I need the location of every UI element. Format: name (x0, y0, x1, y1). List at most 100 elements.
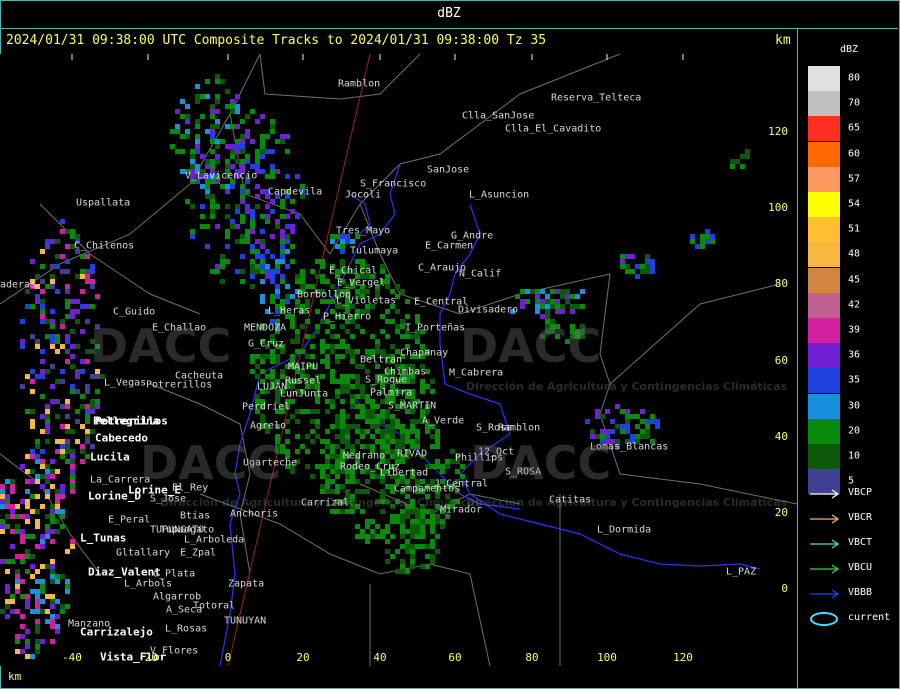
echo-pixel (420, 509, 425, 514)
echo-pixel (440, 464, 445, 469)
echo-pixel (265, 354, 270, 359)
echo-pixel (330, 469, 335, 474)
echo-pixel (325, 444, 330, 449)
town-label: Campamentos (394, 483, 461, 495)
echo-pixel (415, 439, 420, 444)
town-label: G_Cruz (248, 338, 285, 350)
echo-pixel (420, 524, 425, 529)
echo-pixel (595, 409, 600, 414)
echo-pixel (405, 544, 410, 549)
echo-pixel (245, 189, 250, 194)
echo-pixel (345, 429, 350, 434)
echo-pixel (90, 269, 95, 274)
echo-pixel (215, 139, 220, 144)
echo-pixel (255, 149, 260, 154)
echo-pixel (30, 259, 35, 264)
echo-pixel (315, 274, 320, 279)
echo-pixel (280, 279, 285, 284)
echo-pixel (60, 609, 65, 614)
echo-pixel (380, 314, 385, 319)
echo-pixel (290, 324, 295, 329)
echo-pixel (200, 114, 205, 119)
echo-pixel (630, 269, 635, 274)
echo-pixel (75, 369, 80, 374)
echo-pixel (275, 264, 280, 269)
town-label: V_Lavicencio (185, 170, 258, 182)
echo-pixel (10, 509, 15, 514)
town-label: S_MARTIN (388, 400, 437, 412)
echo-pixel (245, 154, 250, 159)
echo-pixel (420, 544, 425, 549)
echo-pixel (280, 134, 285, 139)
echo-pixel (190, 234, 195, 239)
echo-pixel (330, 404, 335, 409)
echo-pixel (70, 474, 75, 479)
echo-pixel (430, 524, 435, 529)
echo-pixel (390, 439, 395, 444)
echo-pixel (15, 524, 20, 529)
echo-pixel (45, 244, 50, 249)
echo-pixel (260, 239, 265, 244)
echo-pixel (290, 259, 295, 264)
echo-pixel (50, 614, 55, 619)
echo-pixel (345, 329, 350, 334)
echo-pixel (325, 344, 330, 349)
echo-pixel (20, 649, 25, 654)
echo-pixel (315, 434, 320, 439)
echo-pixel (260, 229, 265, 234)
echo-pixel (385, 279, 390, 284)
echo-pixel (330, 284, 335, 289)
watermark-logo: DACC (140, 436, 282, 490)
echo-pixel (40, 304, 45, 309)
echo-pixel (445, 464, 450, 469)
echo-pixel (245, 239, 250, 244)
echo-pixel (420, 519, 425, 524)
echo-pixel (405, 429, 410, 434)
echo-pixel (80, 404, 85, 409)
echo-pixel (270, 119, 275, 124)
echo-pixel (400, 289, 405, 294)
echo-pixel (275, 139, 280, 144)
echo-pixel (560, 309, 565, 314)
echo-pixel (20, 554, 25, 559)
echo-pixel (205, 224, 210, 229)
echo-pixel (65, 259, 70, 264)
echo-pixel (425, 429, 430, 434)
echo-pixel (330, 374, 335, 379)
echo-pixel (95, 374, 100, 379)
echo-pixel (250, 224, 255, 229)
echo-pixel (270, 209, 275, 214)
radar-map[interactable]: -40 -20 0 20 40 60 80 100 120 120 100 80 60 40 20 0 Ra… (0, 54, 797, 666)
town-label: E_Peral (108, 514, 151, 526)
echo-pixel (385, 444, 390, 449)
echo-pixel (75, 419, 80, 424)
echo-pixel (335, 509, 340, 514)
echo-pixel (5, 479, 10, 484)
echo-pixel (75, 409, 80, 414)
echo-pixel (245, 234, 250, 239)
echo-pixel (300, 269, 305, 274)
echo-pixel (630, 414, 635, 419)
legend-level-label: 60 (848, 148, 861, 160)
echo-pixel (250, 219, 255, 224)
echo-pixel (25, 409, 30, 414)
echo-pixel (240, 184, 245, 189)
x-tick-label: -40 (62, 651, 82, 664)
echo-pixel (280, 349, 285, 354)
echo-pixel (275, 224, 280, 229)
echo-pixel (380, 349, 385, 354)
echo-pixel (5, 569, 10, 574)
watermark-caption: Dirección de Agricultura y Contingencias… (160, 496, 482, 509)
echo-pixel (295, 409, 300, 414)
town-label: Palmira (370, 387, 413, 399)
echo-pixel (335, 489, 340, 494)
echo-pixel (385, 334, 390, 339)
echo-pixel (390, 414, 395, 419)
echo-pixel (275, 294, 280, 299)
echo-pixel (700, 234, 705, 239)
echo-pixel (60, 219, 65, 224)
echo-pixel (225, 204, 230, 209)
echo-pixel (380, 429, 385, 434)
echo-pixel (215, 269, 220, 274)
echo-pixel (235, 109, 240, 114)
